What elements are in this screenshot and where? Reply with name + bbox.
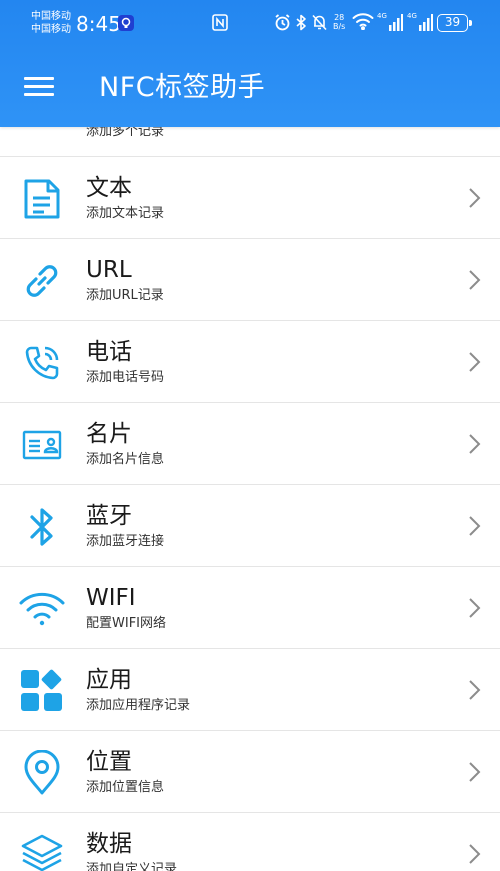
- chevron-right-icon: [469, 844, 481, 864]
- list-item-data[interactable]: 数据 添加自定义记录: [0, 813, 500, 871]
- item-title: WIFI: [86, 585, 136, 611]
- wifi-icon: [17, 584, 67, 634]
- battery-indicator: 39: [437, 14, 472, 32]
- notification-app-icon: [118, 15, 134, 35]
- chevron-right-icon: [469, 598, 481, 618]
- item-title: 文本: [86, 175, 132, 201]
- item-subtitle: 添加电话号码: [86, 370, 165, 385]
- link-icon: [17, 256, 67, 306]
- signal-strength-icon: 4G: [377, 12, 403, 36]
- apps-icon: [17, 666, 67, 716]
- list-item-bluetooth[interactable]: 蓝牙 添加蓝牙连接: [0, 485, 500, 567]
- mute-icon: [311, 14, 328, 35]
- item-title: URL: [86, 257, 132, 283]
- location-pin-icon: [17, 748, 67, 798]
- item-subtitle: 添加蓝牙连接: [86, 534, 165, 549]
- document-icon: [17, 174, 67, 224]
- carrier-info: 中国移动 中国移动: [31, 10, 71, 36]
- chevron-right-icon: [469, 516, 481, 536]
- signal-strength-icon-2: 4G: [407, 12, 433, 36]
- network-speed-value: 28: [334, 13, 345, 22]
- app-bar: 中国移动 中国移动 8:45 28 B/s 4G 4G 39 NFC标签助手: [0, 0, 500, 127]
- chevron-right-icon: [469, 762, 481, 782]
- chevron-right-icon: [469, 680, 481, 700]
- signal-type-1: 4G: [377, 12, 387, 20]
- list-item-phone[interactable]: 电话 添加电话号码: [0, 321, 500, 403]
- item-title: 数据: [86, 831, 132, 857]
- list-item-wifi[interactable]: WIFI 配置WIFI网络: [0, 567, 500, 649]
- item-title: 位置: [86, 749, 132, 775]
- wifi-status-icon: [352, 12, 374, 34]
- signal-type-2: 4G: [407, 12, 417, 20]
- item-title: 电话: [86, 339, 132, 365]
- network-speed-unit: B/s: [333, 22, 346, 31]
- bluetooth-status-icon: [295, 14, 307, 35]
- item-subtitle: 添加文本记录: [86, 206, 165, 221]
- chevron-right-icon: [469, 270, 481, 290]
- list-item-contact-card[interactable]: 名片 添加名片信息: [0, 403, 500, 485]
- nfc-icon: [212, 14, 228, 35]
- network-speed: 28 B/s: [333, 13, 345, 31]
- status-bar: 中国移动 中国移动 8:45 28 B/s 4G 4G 39: [0, 0, 500, 50]
- item-title: 名片: [86, 421, 132, 447]
- hamburger-menu-icon[interactable]: [24, 77, 54, 99]
- alarm-icon: [274, 14, 291, 35]
- item-title: 应用: [86, 667, 132, 693]
- item-subtitle: 添加位置信息: [86, 780, 165, 795]
- phone-icon: [17, 338, 67, 388]
- item-subtitle: 添加自定义记录: [86, 862, 178, 871]
- list-item-location[interactable]: 位置 添加位置信息: [0, 731, 500, 813]
- carrier-1: 中国移动: [31, 11, 71, 22]
- list-item-text[interactable]: 文本 添加文本记录: [0, 157, 500, 239]
- status-time: 8:45: [76, 12, 121, 36]
- chevron-right-icon: [469, 352, 481, 372]
- list-item-url[interactable]: URL 添加URL记录: [0, 239, 500, 321]
- contact-card-icon: [17, 420, 67, 470]
- list-item-apps[interactable]: 应用 添加应用程序记录: [0, 649, 500, 731]
- chevron-right-icon: [469, 434, 481, 454]
- page-title: NFC标签助手: [99, 72, 266, 103]
- layers-icon: [17, 830, 67, 871]
- carrier-2: 中国移动: [31, 24, 71, 35]
- bluetooth-icon: [17, 502, 67, 552]
- item-subtitle: 配置WIFI网络: [86, 616, 166, 631]
- item-subtitle: 添加名片信息: [86, 452, 165, 467]
- item-subtitle: 添加URL记录: [86, 288, 164, 303]
- item-subtitle: 添加应用程序记录: [86, 698, 191, 713]
- item-title: 蓝牙: [86, 503, 132, 529]
- chevron-right-icon: [469, 188, 481, 208]
